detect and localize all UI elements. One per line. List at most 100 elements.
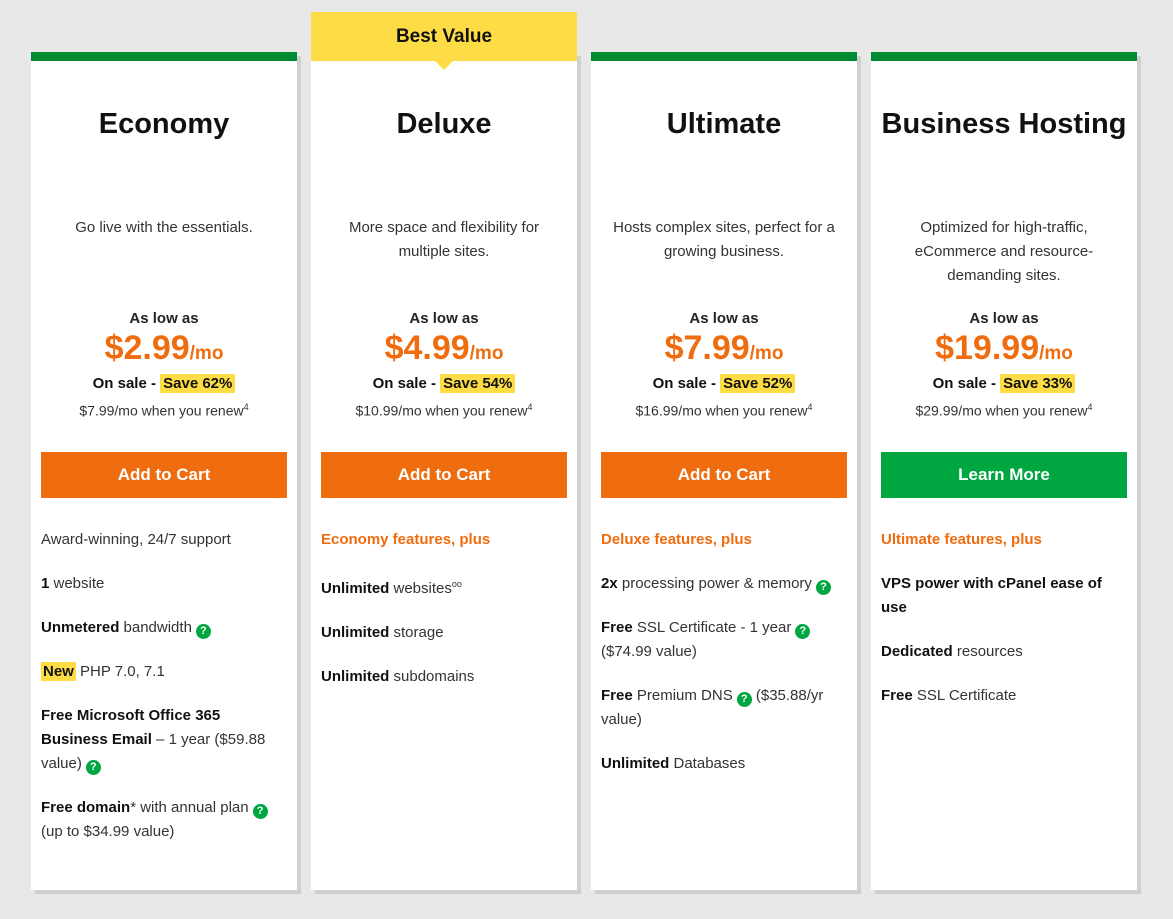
help-icon[interactable]: ? <box>815 580 831 595</box>
price-amount: $4.99 <box>384 329 470 367</box>
as-low-as-label: As low as <box>409 310 479 327</box>
feature-item: Dedicated resources <box>881 640 1123 664</box>
feature-list: Economy features, plus Unlimited websites… <box>321 528 563 709</box>
add-to-cart-button[interactable]: Add to Cart <box>41 452 287 498</box>
feature-text: Databases <box>669 755 746 772</box>
renew-price: $7.99/mo when you renew4 <box>31 396 297 422</box>
feature-text: resources <box>952 643 1023 660</box>
price-amount: $19.99 <box>935 329 1040 367</box>
as-low-as-label: As low as <box>969 310 1039 327</box>
on-sale-label: On sale - <box>92 375 161 392</box>
plan-card-deluxe: Best Value Deluxe More space and flexibili… <box>311 12 577 890</box>
new-badge: New <box>41 662 76 681</box>
feature-text: SSL Certificate <box>912 687 1017 704</box>
feature-text: PHP 7.0, 7.1 <box>75 663 165 680</box>
feature-text: SSL Certificate - 1 year <box>632 619 792 636</box>
feature-text: Free <box>601 619 633 636</box>
renew-text: $16.99/mo when you renew <box>635 402 808 419</box>
help-icon[interactable]: ? <box>736 692 752 707</box>
renew-price: $29.99/mo when you renew4 <box>871 396 1137 422</box>
plan-price: $4.99/mo <box>311 330 577 372</box>
feature-item: VPS power with cPanel ease of use <box>881 572 1123 620</box>
on-sale-label: On sale - <box>372 375 441 392</box>
feature-item: Unlimited subdomains <box>321 665 563 689</box>
feature-text: * with annual plan <box>130 799 249 816</box>
learn-more-button[interactable]: Learn More <box>881 452 1127 498</box>
feature-item: 1 website <box>41 572 283 596</box>
feature-text: ($74.99 value) <box>601 643 697 660</box>
plan-title: Business Hosting <box>881 108 1127 140</box>
feature-text: processing power & memory <box>617 575 812 592</box>
footnote-marker: oo <box>451 579 462 589</box>
sale-line: On sale - Save 54% <box>311 372 577 396</box>
price-amount: $2.99 <box>104 329 190 367</box>
feature-list: Ultimate features, plus VPS power with cP… <box>881 528 1123 728</box>
features-plus-heading: Economy features, plus <box>321 531 491 548</box>
feature-item: Unlimited storage <box>321 621 563 645</box>
add-to-cart-button[interactable]: Add to Cart <box>601 452 847 498</box>
feature-item: Free SSL Certificate <box>881 684 1123 708</box>
plan-price: $2.99/mo <box>31 330 297 372</box>
feature-text: Free <box>601 687 633 704</box>
on-sale-label: On sale - <box>652 375 721 392</box>
feature-text: Dedicated <box>881 643 953 660</box>
pricing-block: As low as $4.99/mo On sale - Save 54% $10.9… <box>311 308 577 422</box>
features-plus-heading: Deluxe features, plus <box>601 531 752 548</box>
sale-line: On sale - Save 62% <box>31 372 297 396</box>
renew-price: $16.99/mo when you renew4 <box>591 396 857 422</box>
sale-line: On sale - Save 33% <box>871 372 1137 396</box>
feature-text: Premium DNS <box>632 687 733 704</box>
renew-text: $10.99/mo when you renew <box>355 402 528 419</box>
price-amount: $7.99 <box>664 329 750 367</box>
card-top-stripe <box>591 52 857 61</box>
footnote-marker: 4 <box>1087 402 1093 412</box>
feature-text: Unlimited <box>321 624 390 641</box>
best-value-badge: Best Value <box>311 12 577 70</box>
pricing-block: As low as $19.99/mo On sale - Save 33% $29.… <box>871 308 1137 422</box>
save-badge: Save 54% <box>440 374 516 393</box>
feature-text: Unlimited <box>321 668 390 685</box>
footnote-marker: 4 <box>527 402 533 412</box>
card-top-stripe <box>871 52 1137 61</box>
renew-price: $10.99/mo when you renew4 <box>311 396 577 422</box>
save-badge: Save 52% <box>720 374 796 393</box>
feature-text: 2x <box>601 575 618 592</box>
renew-text: $29.99/mo when you renew <box>915 402 1088 419</box>
card-top-stripe <box>31 52 297 61</box>
price-period: /mo <box>749 343 784 364</box>
footnote-marker: 4 <box>807 402 813 412</box>
plan-description: Optimized for high-traffic, eCommerce an… <box>914 219 1094 284</box>
add-to-cart-button[interactable]: Add to Cart <box>321 452 567 498</box>
feature-text: websites <box>389 580 452 597</box>
feature-text: Unmetered <box>41 619 120 636</box>
feature-text: Free domain <box>41 799 131 816</box>
feature-list: Award-winning, 24/7 support 1 website Unme… <box>41 528 283 864</box>
feature-text: Award-winning, 24/7 support <box>41 531 231 548</box>
plan-card-economy: Economy Go live with the essentials. As lo… <box>31 52 297 890</box>
help-icon[interactable]: ? <box>795 624 811 639</box>
save-badge: Save 33% <box>1000 374 1076 393</box>
as-low-as-label: As low as <box>689 310 759 327</box>
pricing-block: As low as $7.99/mo On sale - Save 52% $16.9… <box>591 308 857 422</box>
price-period: /mo <box>1039 343 1073 364</box>
feature-item: Free SSL Certificate - 1 year? ($74.99 v… <box>601 616 843 664</box>
help-icon[interactable]: ? <box>252 804 268 819</box>
help-icon[interactable]: ? <box>85 760 101 775</box>
feature-list: Deluxe features, plus 2x processing power… <box>601 528 843 796</box>
feature-item: Free Premium DNS? ($35.88/yr value) <box>601 684 843 732</box>
feature-text: bandwidth <box>119 619 192 636</box>
as-low-as-label: As low as <box>129 310 199 327</box>
plan-price: $7.99/mo <box>591 330 857 372</box>
save-badge: Save 62% <box>160 374 236 393</box>
price-period: /mo <box>189 343 224 364</box>
help-icon[interactable]: ? <box>195 624 211 639</box>
plan-title: Ultimate <box>666 108 782 140</box>
plan-card-business-hosting: Business Hosting Optimized for high-traff… <box>871 52 1137 890</box>
plan-description: More space and flexibility for multiple … <box>348 219 540 260</box>
plan-card-ultimate: Ultimate Hosts complex sites, perfect for… <box>591 52 857 890</box>
feature-item: Unmetered bandwidth? <box>41 616 283 640</box>
feature-text: website <box>49 575 105 592</box>
sale-line: On sale - Save 52% <box>591 372 857 396</box>
plan-description: Hosts complex sites, perfect for a growi… <box>613 219 835 260</box>
plan-title: Deluxe <box>396 108 492 140</box>
